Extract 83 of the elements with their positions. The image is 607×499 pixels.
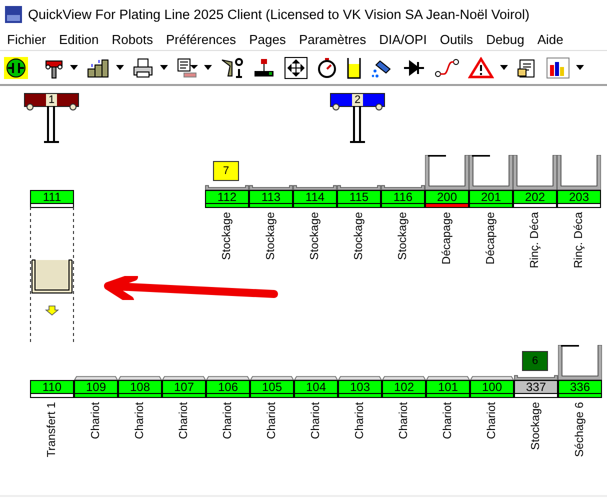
support-legs-icon	[24, 103, 79, 143]
support-legs-icon	[330, 103, 385, 143]
warning-icon[interactable]	[468, 56, 494, 78]
tank-number[interactable]: 109	[74, 380, 118, 393]
menu-item[interactable]: Aide	[530, 32, 570, 47]
menu-item[interactable]: Pages	[242, 32, 292, 47]
hoist-bar[interactable]: 2	[330, 93, 385, 107]
tank-label: Transfert 1	[46, 402, 58, 458]
tank-label: Stockage	[353, 212, 365, 260]
tank-label: Chariot	[178, 402, 190, 440]
move-icon[interactable]	[284, 56, 308, 78]
tank-number[interactable]: 110	[30, 380, 74, 393]
dropdown-caret-icon[interactable]	[500, 65, 508, 70]
hoist-number: 1	[46, 94, 57, 106]
tank-label: Chariot	[354, 402, 366, 440]
tank-label: Décapage	[485, 212, 497, 264]
menu-item[interactable]: Robots	[104, 32, 159, 47]
menu-item[interactable]: Debug	[479, 32, 530, 47]
hoist-bar[interactable]: 1	[24, 93, 79, 107]
tank-label: Chariot	[442, 402, 454, 440]
crane-icon[interactable]	[220, 56, 244, 78]
tank-label: Chariot	[134, 402, 146, 440]
carrier-marker[interactable]: 7	[213, 161, 239, 181]
tank-icon[interactable]	[346, 56, 362, 78]
dropdown-caret-icon[interactable]	[204, 65, 212, 70]
window-title: QuickView For Plating Line 2025 Client (Licensed to VK Vision SA Jean-Noël Voirol)	[28, 7, 530, 22]
tank-label: Rinç. Déca	[529, 212, 541, 268]
menu-item[interactable]: Fichier	[0, 32, 52, 47]
menu-item[interactable]: Edition	[52, 32, 105, 47]
tank-number[interactable]: 201	[469, 190, 513, 203]
menu-item[interactable]: Paramètres	[292, 32, 372, 47]
chart-icon[interactable]	[546, 56, 570, 78]
tank-number[interactable]: 336	[558, 380, 602, 393]
tank-number[interactable]: 108	[118, 380, 162, 393]
tank-number[interactable]: 101	[426, 380, 470, 393]
tank-label: Séchage 6	[574, 402, 586, 457]
tank-label: Stockage	[397, 212, 409, 260]
tank-label: Décapage	[441, 212, 453, 264]
tank-label: Chariot	[266, 402, 278, 440]
printer-icon[interactable]	[132, 56, 154, 78]
tank-label: Stockage	[309, 212, 321, 260]
tank-number[interactable]: 200	[425, 190, 469, 203]
tank-number[interactable]: 103	[338, 380, 382, 393]
tank-label: Chariot	[398, 402, 410, 440]
storage-rim-icon	[514, 375, 558, 380]
tank-number[interactable]: 113	[249, 190, 293, 203]
curve-icon[interactable]	[434, 56, 460, 78]
app-icon	[5, 6, 22, 23]
connect-icon[interactable]	[4, 56, 28, 78]
tank-label: Chariot	[222, 402, 234, 440]
tank-number[interactable]: 116	[381, 190, 425, 203]
dropdown-caret-icon[interactable]	[160, 65, 168, 70]
tank-label: Stockage	[530, 402, 542, 450]
dropdown-caret-icon[interactable]	[116, 65, 124, 70]
tank-number[interactable]: 202	[513, 190, 557, 203]
report-icon[interactable]	[176, 56, 198, 78]
menu-item[interactable]: Préférences	[158, 32, 242, 47]
tank-number[interactable]: 104	[294, 380, 338, 393]
tank-number[interactable]: 102	[382, 380, 426, 393]
tank-number[interactable]: 100	[470, 380, 514, 393]
tank-label: Chariot	[90, 402, 102, 440]
tank-number[interactable]: 106	[206, 380, 250, 393]
hoist-number: 2	[352, 94, 363, 106]
stack-icon[interactable]	[86, 56, 110, 78]
menu-item[interactable]: DIA/OPI	[372, 32, 433, 47]
tank-label: Stockage	[265, 212, 277, 260]
tank-number[interactable]: 337	[514, 380, 558, 393]
menu-item[interactable]: Outils	[432, 32, 480, 47]
tank-number[interactable]: 107	[162, 380, 206, 393]
stopwatch-icon[interactable]	[316, 56, 338, 78]
tank-label: Stockage	[221, 212, 233, 260]
tank-number[interactable]: 112	[205, 190, 249, 203]
tank-number[interactable]: 114	[293, 190, 337, 203]
dropdown-caret-icon[interactable]	[70, 65, 78, 70]
tank-number[interactable]: 111	[30, 190, 74, 203]
tank-label: Chariot	[486, 402, 498, 440]
tank-number[interactable]: 115	[337, 190, 381, 203]
tank-number[interactable]: 105	[250, 380, 294, 393]
hoist-icon[interactable]	[252, 56, 276, 78]
tank-label: Rinç. Déca	[573, 212, 585, 268]
tank-number[interactable]: 203	[557, 190, 601, 203]
tank-label: Chariot	[310, 402, 322, 440]
dropdown-caret-icon[interactable]	[576, 65, 584, 70]
